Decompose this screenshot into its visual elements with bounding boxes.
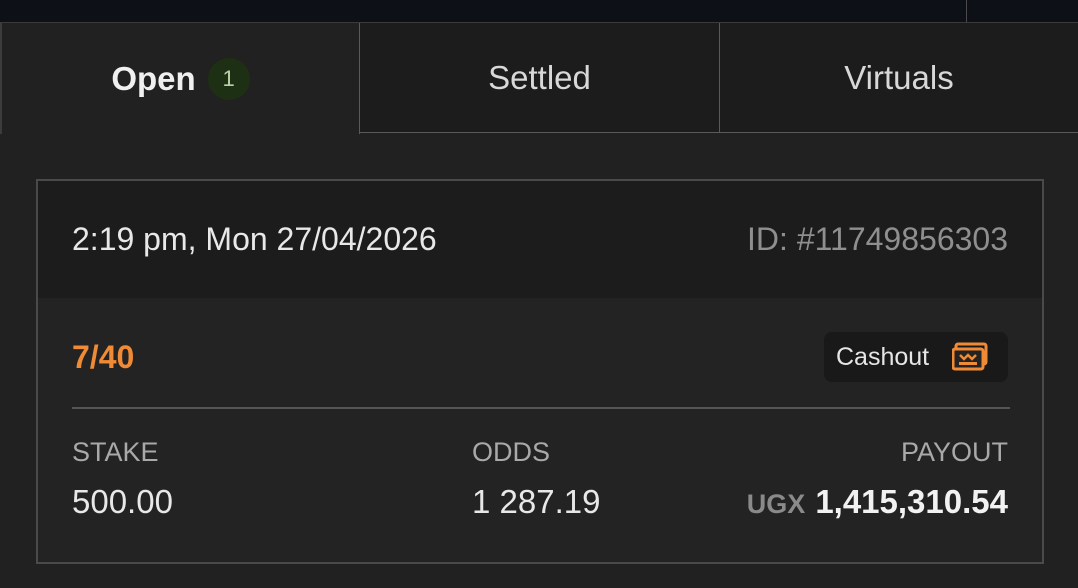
tab-settled-label: Settled [488, 58, 591, 96]
bet-card-header: 2:19 pm, Mon 27/04/2026 ID: #11749856303 [38, 181, 1042, 298]
odds-value: 1 287.19 [472, 483, 601, 520]
odds-label: ODDS [472, 437, 551, 467]
tab-settled[interactable]: Settled [360, 23, 720, 133]
tab-virtuals[interactable]: Virtuals [720, 23, 1078, 133]
bet-legs-count: 7/40 [72, 339, 135, 375]
bet-tabs: Open 1 Settled Virtuals [0, 23, 1078, 134]
tab-open[interactable]: Open 1 [0, 23, 360, 134]
bet-id: ID: #11749856303 [747, 221, 1008, 257]
cashout-button[interactable]: Cashout [824, 332, 1008, 382]
top-bar [0, 0, 1078, 23]
bet-datetime: 2:19 pm, Mon 27/04/2026 [72, 221, 437, 257]
payout-label: PAYOUT [900, 437, 1008, 467]
open-count-badge: 1 [207, 57, 250, 100]
payout-value: UGX 1,415,310.54 [747, 483, 1008, 521]
stake-value: 500.00 [72, 483, 173, 520]
top-bar-divider [966, 0, 967, 22]
cashout-label: Cashout [836, 342, 930, 371]
cashout-money-icon [952, 342, 988, 371]
payout-amount: 1,415,310.54 [815, 483, 1008, 520]
bet-card[interactable]: 2:19 pm, Mon 27/04/2026 ID: #11749856303… [36, 179, 1044, 564]
payout-currency: UGX [746, 489, 806, 519]
bet-card-separator [72, 407, 1010, 409]
stake-label: STAKE [72, 437, 159, 467]
tab-virtuals-label: Virtuals [844, 58, 954, 96]
tab-open-label: Open [111, 59, 196, 97]
